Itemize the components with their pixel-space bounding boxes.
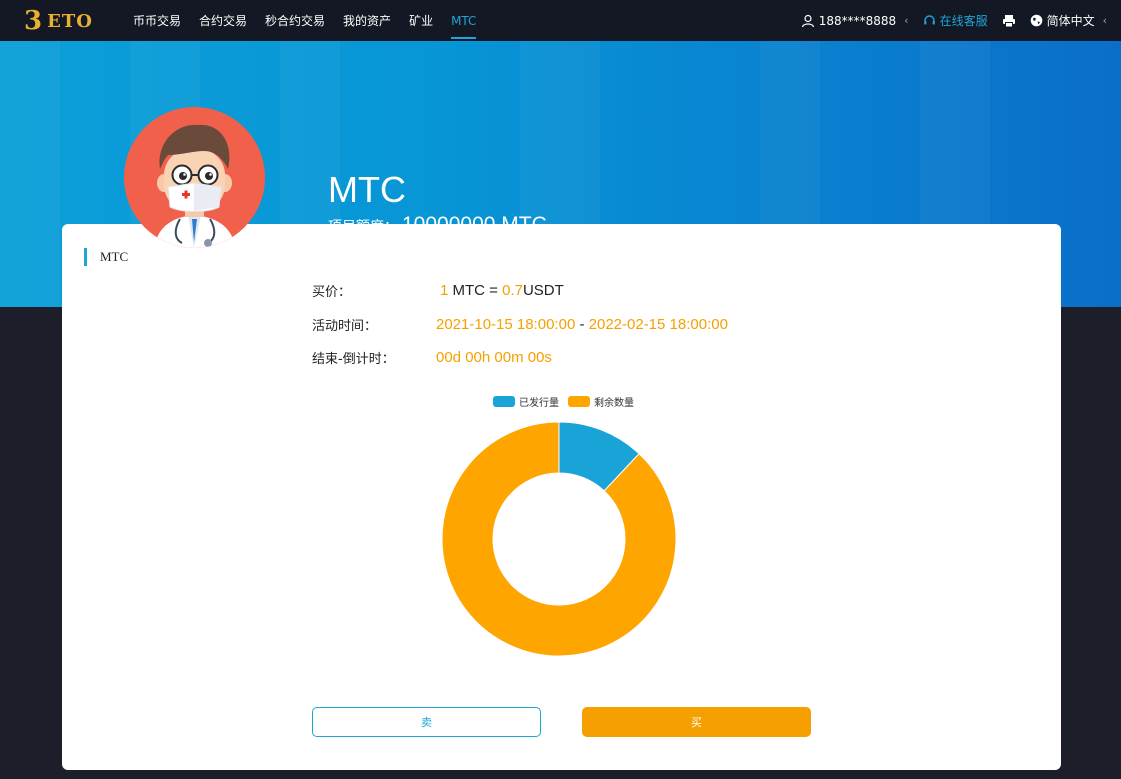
doctor-avatar — [124, 107, 265, 248]
time-label: 活动时间： — [312, 319, 378, 334]
donut-slice-remaining[interactable] — [441, 421, 677, 657]
main-menu: 币币交易 合约交易 秒合约交易 我的资产 矿业 MTC — [133, 0, 494, 41]
online-service-label: 在线客服 — [939, 14, 988, 28]
chevron-left-icon: ‹ — [904, 14, 909, 27]
nav-mining[interactable]: 矿业 — [409, 0, 433, 41]
legend-swatch-issued — [493, 396, 515, 407]
user-icon — [801, 14, 814, 27]
legend-swatch-remaining — [568, 396, 590, 407]
nav-mtc[interactable]: MTC — [451, 0, 477, 41]
nav-spot-trading[interactable]: 币币交易 — [133, 0, 181, 41]
countdown-label: 结束-倒计时： — [312, 352, 395, 367]
accent-bar — [84, 248, 87, 266]
download-app-button[interactable] — [1002, 14, 1016, 28]
logo-text: ETO — [47, 10, 93, 32]
language-selector[interactable]: 简体中文 ‹ — [1030, 12, 1107, 29]
doctor-illustration — [124, 107, 265, 248]
printer-icon — [1002, 14, 1015, 27]
chevron-left-icon: ‹ — [1102, 14, 1107, 27]
time-value: 2021-10-15 18:00:00 - 2022-02-15 18:00:0… — [436, 316, 728, 333]
nav-my-assets[interactable]: 我的资产 — [343, 0, 391, 41]
nav-second-contract[interactable]: 秒合约交易 — [265, 0, 325, 41]
price-value: 1 MTC = 0.7USDT — [436, 282, 564, 299]
eto-logo[interactable]: 3 ETO — [24, 6, 93, 36]
card-tag-label: MTC — [100, 249, 129, 264]
headset-icon — [923, 15, 935, 25]
sell-button[interactable]: 卖 — [312, 707, 541, 737]
buy-button[interactable]: 买 — [582, 707, 811, 737]
language-label: 简体中文 — [1046, 14, 1095, 28]
online-service-link[interactable]: 在线客服 — [923, 12, 988, 29]
price-rate: 0.7 — [502, 282, 523, 299]
user-phone: 188****8888 — [818, 13, 897, 28]
price-unit: USDT — [522, 282, 564, 299]
legend-label-issued: 已发行量 — [519, 398, 559, 409]
banner-stripe — [0, 41, 60, 307]
card-tag: MTC — [84, 248, 128, 266]
nav-right-group: 188****8888 ‹ 在线客服 简体中文 ‹ — [787, 0, 1107, 41]
logo-number: 3 — [24, 6, 44, 36]
countdown-row: 结束-倒计时： 00d 00h 00m 00s — [312, 348, 552, 367]
user-menu[interactable]: 188****8888 ‹ — [801, 14, 909, 28]
countdown-value: 00d 00h 00m 00s — [436, 349, 552, 366]
time-separator: - — [575, 316, 589, 333]
top-navbar: 3 ETO 币币交易 合约交易 秒合约交易 我的资产 矿业 MTC 188***… — [0, 0, 1121, 41]
project-card: MTC 买价： 1 MTC = 0.7USDT 活动时间： 2021-10-15… — [62, 224, 1061, 770]
supply-donut-chart — [441, 421, 677, 657]
price-label: 买价： — [312, 285, 352, 300]
legend-label-remaining: 剩余数量 — [594, 398, 634, 409]
price-mid: MTC = — [448, 282, 503, 299]
legend-item-remaining[interactable]: 剩余数量 — [568, 394, 634, 409]
time-row: 活动时间： 2021-10-15 18:00:00 - 2022-02-15 1… — [312, 315, 728, 334]
time-start: 2021-10-15 18:00:00 — [436, 316, 576, 333]
time-end: 2022-02-15 18:00:00 — [588, 316, 728, 333]
project-title: MTC — [328, 169, 406, 210]
globe-icon — [1030, 14, 1042, 27]
nav-contract-trading[interactable]: 合约交易 — [199, 0, 247, 41]
price-row: 买价： 1 MTC = 0.7USDT — [312, 281, 564, 300]
chart-legend: 已发行量 剩余数量 — [493, 394, 643, 409]
legend-item-issued[interactable]: 已发行量 — [493, 394, 559, 409]
